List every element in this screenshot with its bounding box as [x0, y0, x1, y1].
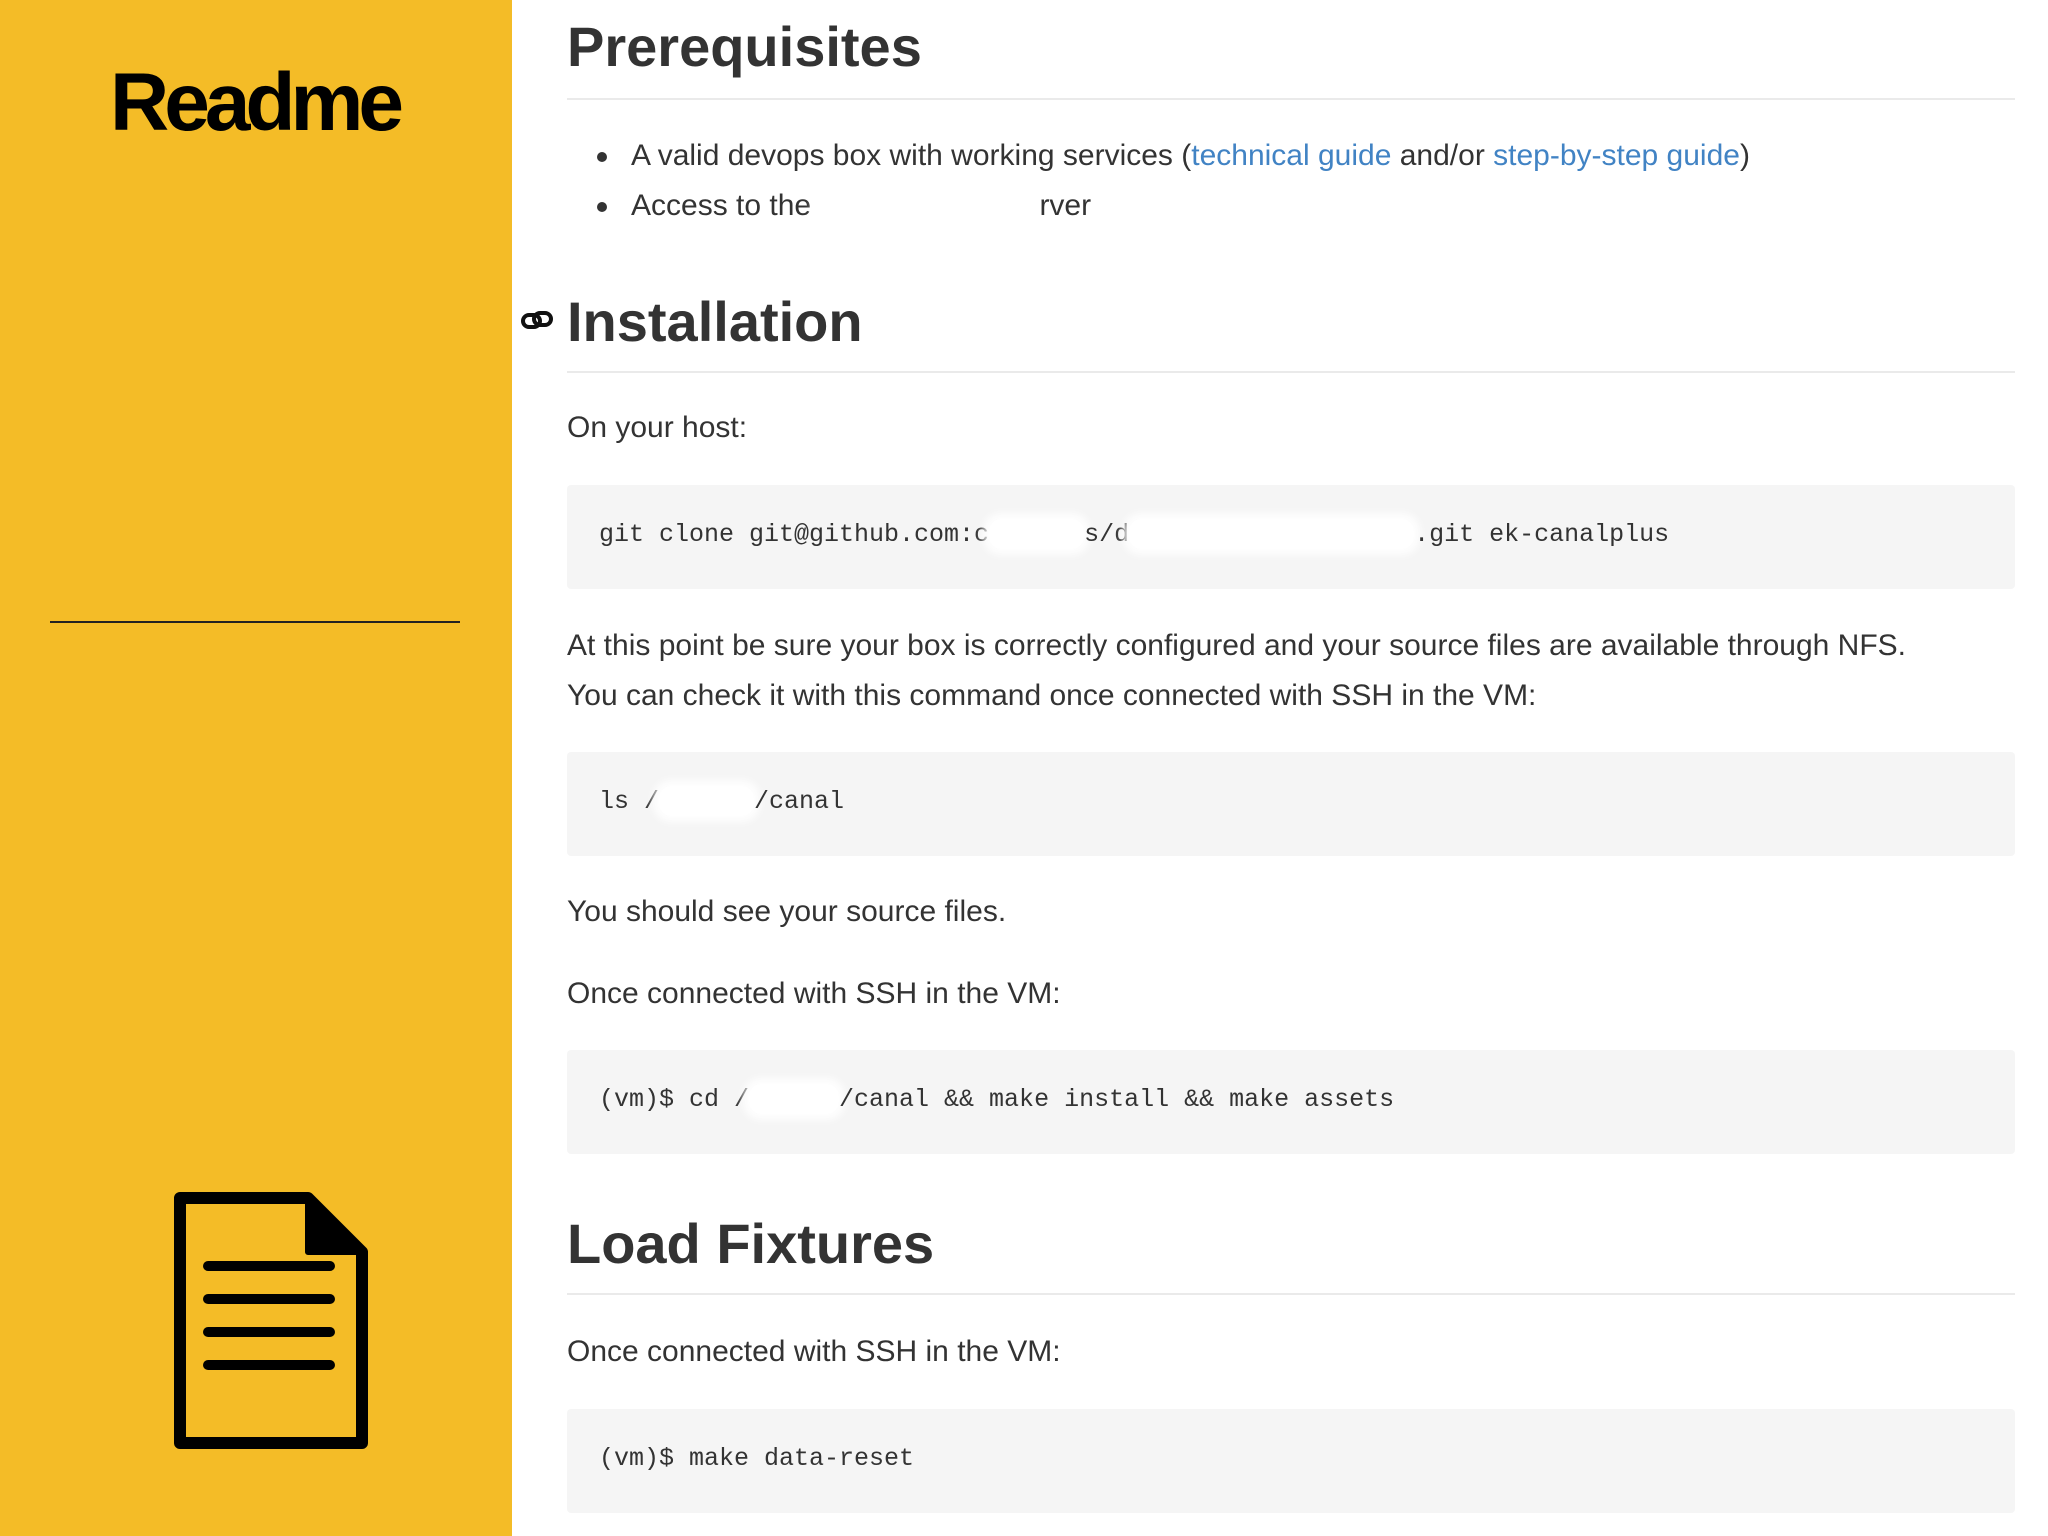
- link-icon[interactable]: [520, 307, 554, 333]
- code-text: git clone git@github.com:c s/d .git ek-can…: [599, 519, 1669, 552]
- code-block-make-install: (vm)$ cd / /canal && make install && make…: [567, 1050, 2015, 1154]
- document-icon: [174, 1192, 368, 1449]
- code-segment: git clone git@github.com:c: [599, 520, 990, 549]
- code-block-ls: ls / /canal: [567, 752, 2015, 856]
- code-text: ls / /canal: [599, 786, 844, 819]
- heading-load-fixtures: Load Fixtures: [567, 1212, 935, 1275]
- paragraph-once-connected: Once connected with SSH in the VM:: [567, 977, 1061, 1010]
- technical-guide-link[interactable]: technical guide: [1191, 139, 1391, 172]
- paragraph-check-line-2: You can check it with this command once …: [567, 679, 1537, 712]
- code-segment: /canal: [754, 787, 845, 816]
- paragraph-see-source-files: You should see your source files.: [567, 895, 1007, 928]
- sidebar: Readme: [0, 0, 512, 1536]
- list-item-text: Access to the: [631, 189, 820, 222]
- redacted-text: [989, 519, 1085, 550]
- heading-prerequisites: Prerequisites: [567, 15, 922, 78]
- heading-divider: [567, 371, 2015, 373]
- heading-installation: Installation: [567, 290, 863, 353]
- code-segment: (vm)$ cd /: [599, 1085, 750, 1114]
- list-item-text: A valid devops box with working services…: [631, 139, 1192, 172]
- code-text: (vm)$ cd / /canal && make install && make…: [599, 1084, 1394, 1117]
- heading-divider: [567, 98, 2015, 100]
- redacted-text: [819, 192, 1040, 223]
- redacted-text: [659, 786, 755, 817]
- redacted-text: [749, 1084, 840, 1115]
- redacted-text: [1129, 519, 1415, 550]
- code-segment: ls /: [599, 787, 660, 816]
- code-block-git-clone: git clone git@github.com:c s/d .git ek-can…: [567, 485, 2015, 589]
- bullet: [597, 152, 607, 162]
- code-text: (vm)$ make data-reset: [599, 1444, 915, 1473]
- readme-content: Prerequisites A valid devops box with wo…: [521, 0, 2015, 1536]
- code-segment: /canal && make install && make assets: [839, 1085, 1395, 1114]
- bullet: [597, 202, 607, 212]
- list-item: Access to the rver: [597, 185, 1092, 227]
- step-by-step-guide-link[interactable]: step-by-step guide: [1493, 139, 1740, 172]
- paragraph-fixtures-once-connected: Once connected with SSH in the VM:: [567, 1335, 1061, 1368]
- list-item-text: rver: [1039, 189, 1092, 222]
- sidebar-divider: [50, 621, 460, 623]
- code-segment: s/d: [1084, 520, 1130, 549]
- paragraph-check-line-1: At this point be sure your box is correc…: [567, 629, 1907, 662]
- code-block-data-reset: (vm)$ make data-reset: [567, 1409, 2015, 1513]
- heading-divider: [567, 1293, 2015, 1295]
- list-item-text: ): [1739, 139, 1750, 172]
- paragraph-on-your-host: On your host:: [567, 411, 748, 444]
- code-segment: .git ek-canalplus: [1414, 520, 1670, 549]
- list-item-text: and/or: [1391, 139, 1494, 172]
- list-item: A valid devops box with working services…: [597, 135, 1750, 177]
- sidebar-title: Readme: [110, 57, 404, 148]
